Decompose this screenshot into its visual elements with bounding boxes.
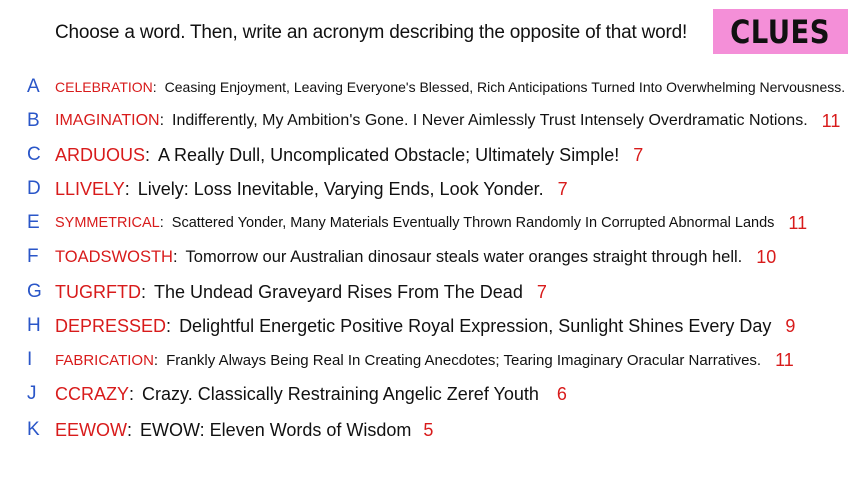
clue-acronym: Scattered Yonder, Many Materials Eventua… [171,215,775,231]
clue-acronym: EWOW: Eleven Words of Wisdom [140,419,412,440]
clue-word: EEWOW [55,419,127,440]
clues-header-box: CLUES [713,9,848,54]
clue-acronym: Delightful Energetic Positive Royal Expr… [179,315,772,336]
letter-count: 6 [556,383,567,404]
letter-count: 11 [775,349,794,370]
clue-word: ARDUOUS [55,144,146,165]
clue-letter: F [27,246,39,267]
letter-count: 11 [821,110,841,131]
letter-count: 7 [557,178,568,199]
clue-acronym: Lively: Loss Inevitable, Varying Ends, L… [137,178,544,199]
clue-letter: J [27,383,37,404]
clue-letter: E [27,212,40,233]
clue-letter: G [27,281,42,302]
clue-letter: H [27,315,41,336]
clue-letter: I [27,349,33,370]
letter-count: 7 [633,144,644,165]
letter-count: 11 [788,212,808,233]
clue-word: CELEBRATION [55,79,153,95]
clue-word: TOADSWOSTH [55,247,173,266]
clue-word: LLIVELY [55,178,125,199]
clue-acronym: The Undead Graveyard Rises From The Dead [154,281,523,302]
clue-letter: A [27,76,40,97]
clue-word: IMAGINATION [55,112,160,129]
clue-word: CCRAZY [55,383,130,404]
clue-letter: C [27,144,41,165]
clue-acronym: Indifferently, My Ambition's Gone. I Nev… [172,112,808,129]
letter-count: 10 [756,246,777,267]
clue-letter: D [27,178,41,199]
clue-letter: K [27,419,40,440]
clue-acronym: Crazy. Classically Restraining Angelic Z… [142,383,539,404]
clue-acronym: Ceasing Enjoyment, Leaving Everyone's Bl… [164,79,846,95]
clue-word: FABRICATION [55,351,154,369]
clue-acronym: Tomorrow our Australian dinosaur steals … [185,247,743,266]
letter-count: 5 [423,419,434,440]
clue-word: TUGRFTD [55,281,141,302]
clue-word: SYMMETRICAL [55,215,160,231]
clue-letter: B [27,110,40,131]
letter-count: 9 [785,315,796,336]
clue-word: DEPRESSED [55,315,167,336]
letter-count: 7 [536,281,547,302]
prompt-text: Choose a word. Then, write an acronym de… [55,22,688,43]
clue-acronym: A Really Dull, Uncomplicated Obstacle; U… [158,144,620,165]
clues-title: CLUES [730,12,831,51]
clue-acronym: Frankly Always Being Real In Creating An… [166,351,762,369]
